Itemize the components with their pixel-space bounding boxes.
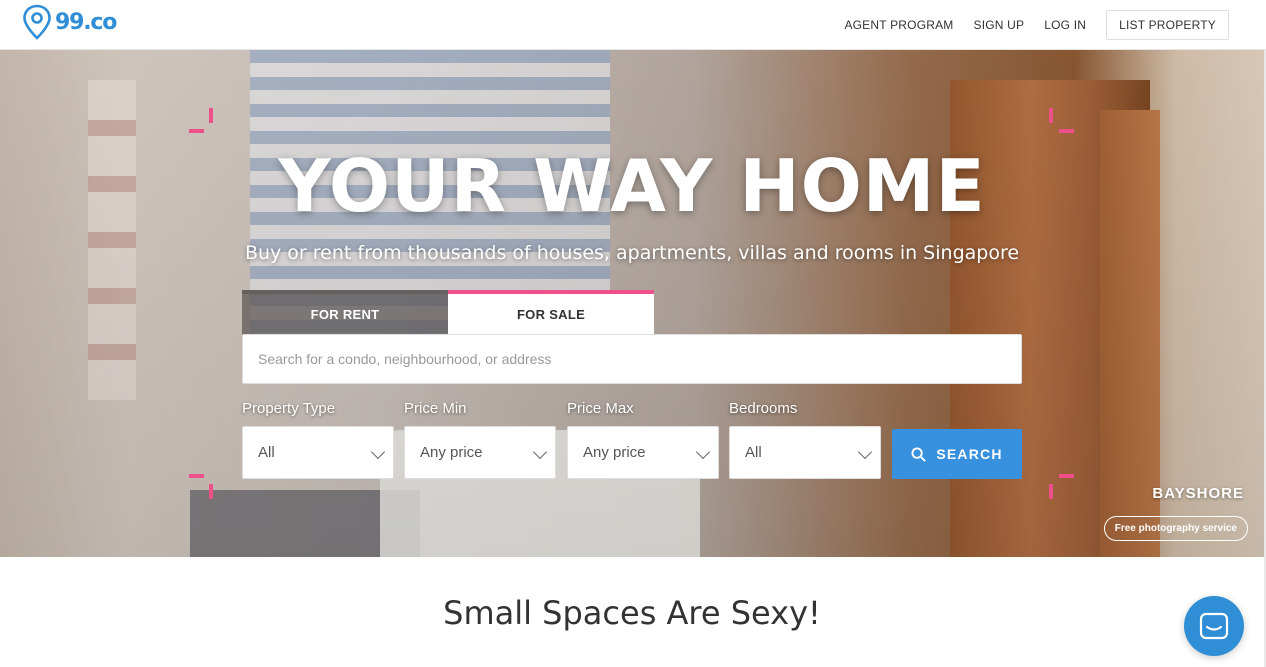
price-min-label: Price Min — [404, 400, 467, 417]
price-max-value: Any price — [583, 444, 646, 461]
price-max-select[interactable]: Any price — [567, 426, 719, 479]
logo-text: 99.co — [55, 9, 117, 35]
logo[interactable]: 99.co — [22, 4, 117, 40]
search-icon — [911, 446, 926, 462]
hero-subtitle: Buy or rent from thousands of houses, ap… — [244, 242, 1020, 264]
corner-mark-tr-v — [1049, 108, 1053, 123]
section-title: Small Spaces Are Sexy! — [443, 594, 821, 632]
corner-mark-bl-v — [209, 484, 213, 499]
main-nav: AGENT PROGRAM SIGN UP LOG IN LIST PROPER… — [824, 0, 1229, 50]
corner-mark-br — [1059, 474, 1074, 478]
property-type-select[interactable]: All — [242, 426, 394, 479]
nav-sign-up[interactable]: SIGN UP — [974, 18, 1025, 32]
chevron-down-icon — [857, 444, 873, 460]
property-type-value: All — [258, 444, 275, 461]
chevron-down-icon — [532, 444, 548, 460]
bedrooms-select[interactable]: All — [729, 426, 881, 479]
corner-mark-tr — [1059, 129, 1074, 133]
location-caption: BAYSHORE — [1152, 485, 1244, 502]
price-max-label: Price Max — [567, 400, 634, 417]
chat-icon — [1199, 612, 1229, 640]
corner-mark-br-v — [1049, 484, 1053, 499]
top-header: 99.co AGENT PROGRAM SIGN UP LOG IN LIST … — [0, 0, 1266, 50]
chat-launcher-button[interactable] — [1184, 596, 1244, 656]
nav-log-in[interactable]: LOG IN — [1044, 18, 1086, 32]
corner-mark-tl-v — [209, 108, 213, 123]
listing-type-tabs: FOR RENT FOR SALE — [242, 290, 654, 335]
search-box — [242, 334, 1022, 384]
bedrooms-value: All — [745, 444, 762, 461]
corner-mark-tl — [189, 129, 204, 133]
search-button[interactable]: SEARCH — [892, 429, 1022, 479]
tab-for-rent[interactable]: FOR RENT — [242, 290, 448, 335]
corner-mark-bl — [189, 474, 204, 478]
bedrooms-label: Bedrooms — [729, 400, 798, 417]
chevron-down-icon — [370, 444, 386, 460]
hero-banner: YOUR WAY HOME Buy or rent from thousands… — [0, 50, 1264, 557]
list-property-button[interactable]: LIST PROPERTY — [1106, 10, 1229, 40]
photography-service-link[interactable]: Free photography service — [1103, 516, 1248, 541]
price-min-select[interactable]: Any price — [404, 426, 556, 479]
chevron-down-icon — [695, 444, 711, 460]
tab-for-sale[interactable]: FOR SALE — [448, 290, 654, 335]
search-button-label: SEARCH — [936, 446, 1003, 462]
nav-agent-program[interactable]: AGENT PROGRAM — [844, 18, 953, 32]
price-min-value: Any price — [420, 444, 483, 461]
property-type-label: Property Type — [242, 400, 336, 417]
search-input[interactable] — [258, 351, 998, 367]
location-pin-icon — [23, 4, 51, 40]
hero-title: YOUR WAY HOME — [278, 144, 986, 228]
